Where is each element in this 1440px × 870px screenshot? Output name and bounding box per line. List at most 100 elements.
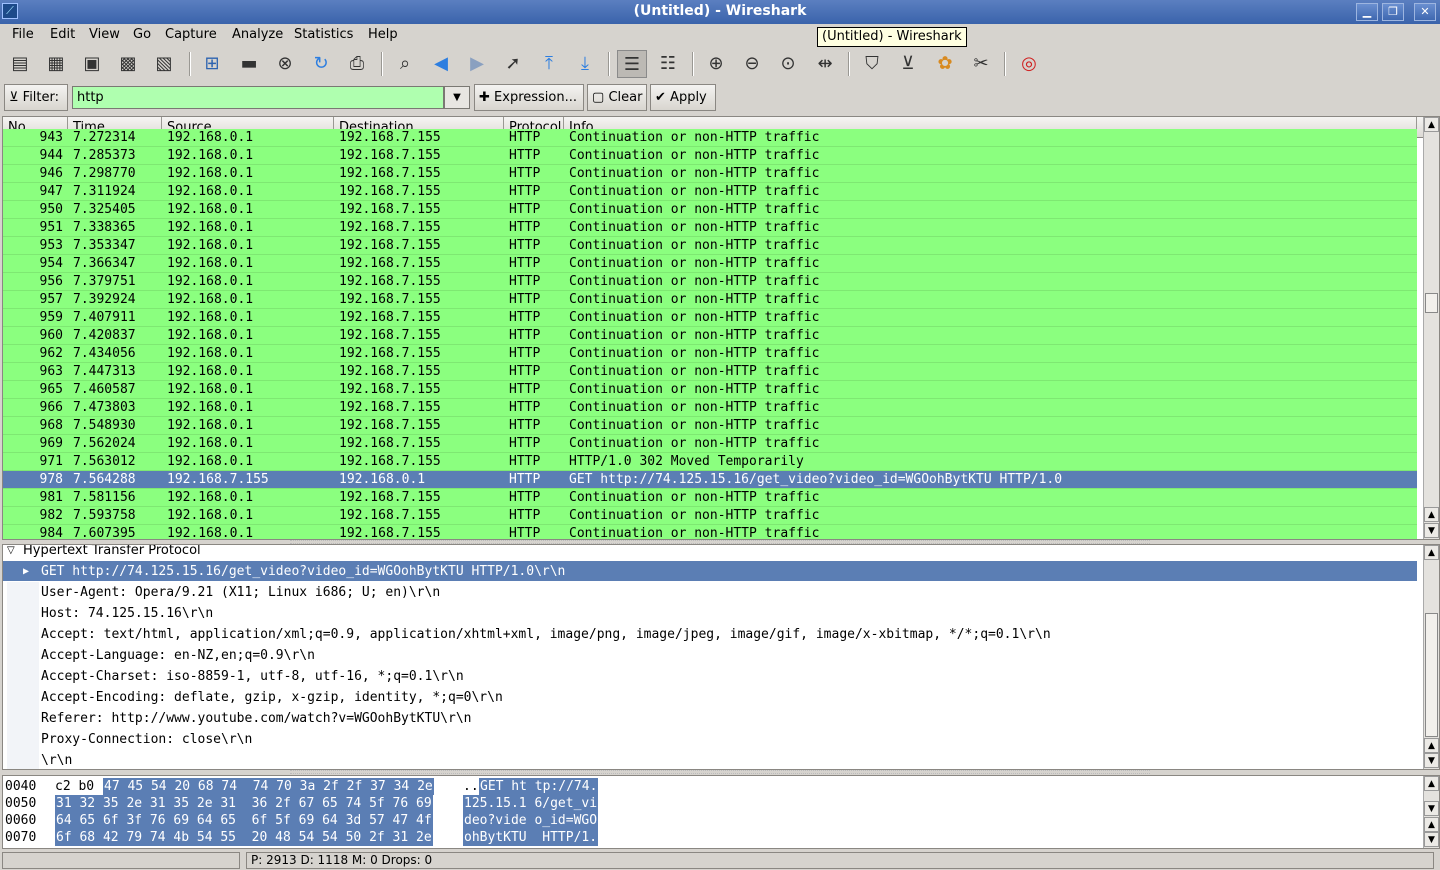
scroll-up-icon[interactable]: ▲ — [1424, 817, 1439, 832]
menu-help[interactable]: Help — [368, 27, 398, 42]
packet-row[interactable]: 947 7.311924 192.168.0.1 192.168.7.155 HTTP C… — [3, 183, 1417, 201]
capture-options-icon[interactable]: ▦ — [41, 50, 71, 78]
tree-item[interactable]: Accept-Language: en-NZ,en;q=0.9\r\n — [3, 645, 1417, 666]
hex-row[interactable]: 0070 6f 68 42 79 74 4b 54 55 20 48 54 54 … — [3, 829, 1417, 846]
collapse-icon[interactable]: ▽ — [7, 545, 15, 561]
tree-item[interactable]: \r\n — [3, 750, 1417, 769]
packet-list-scrollbar[interactable]: ▲ ▲ ▼ — [1423, 117, 1439, 539]
packet-row[interactable]: 982 7.593758 192.168.0.1 192.168.7.155 HTTP C… — [3, 507, 1417, 525]
filter-dropdown-icon[interactable]: ▼ — [444, 86, 470, 109]
autoscroll-icon[interactable]: ☷ — [653, 50, 683, 78]
apply-button[interactable]: ✔ Apply — [650, 84, 716, 111]
close-icon[interactable]: ✕ — [1414, 3, 1436, 21]
packet-row[interactable]: 962 7.434056 192.168.0.1 192.168.7.155 HTTP C… — [3, 345, 1417, 363]
zoom-normal-icon[interactable]: ⊙ — [773, 50, 803, 78]
packet-row[interactable]: 954 7.366347 192.168.0.1 192.168.7.155 HTTP C… — [3, 255, 1417, 273]
packet-row[interactable]: 969 7.562024 192.168.0.1 192.168.7.155 HTTP C… — [3, 435, 1417, 453]
filter-button[interactable]: ⊻ Filter: — [4, 84, 68, 111]
display-filters-icon[interactable]: ⊻ — [893, 50, 923, 78]
menu-view[interactable]: View — [89, 27, 120, 42]
go-to-packet-icon[interactable]: ➚ — [498, 50, 528, 78]
coloring-rules-icon[interactable]: ✿ — [930, 50, 960, 78]
status-left-pane[interactable] — [2, 852, 240, 869]
print-icon[interactable]: ⎙ — [342, 50, 372, 78]
menu-statistics[interactable]: Statistics — [294, 27, 353, 42]
packet-row[interactable]: 966 7.473803 192.168.0.1 192.168.7.155 HTTP C… — [3, 399, 1417, 417]
clear-button[interactable]: ▢ Clear — [587, 84, 647, 111]
packet-row[interactable]: 959 7.407911 192.168.0.1 192.168.7.155 HTTP C… — [3, 309, 1417, 327]
expression-button[interactable]: ✚ Expression... — [474, 84, 584, 111]
pane-splitter[interactable] — [290, 770, 1150, 774]
scroll-down-icon[interactable]: ▼ — [1424, 523, 1439, 538]
tree-item[interactable]: ▶ GET http://74.125.15.16/get_video?video… — [3, 561, 1417, 582]
scroll-up-icon[interactable]: ▲ — [1424, 507, 1439, 522]
scroll-up-icon[interactable]: ▲ — [1424, 776, 1439, 791]
menu-edit[interactable]: Edit — [50, 27, 75, 42]
scroll-up-icon[interactable]: ▲ — [1424, 117, 1439, 132]
interfaces-icon[interactable]: ▤ — [5, 50, 35, 78]
packet-row[interactable]: 971 7.563012 192.168.0.1 192.168.7.155 HTTP H… — [3, 453, 1417, 471]
tree-item[interactable]: User-Agent: Opera/9.21 (X11; Linux i686;… — [3, 582, 1417, 603]
minimize-icon[interactable]: ▁ — [1356, 3, 1378, 21]
packet-row[interactable]: 978 7.564288 192.168.7.155 192.168.0.1 HTTP G… — [3, 471, 1417, 489]
packet-row[interactable]: 968 7.548930 192.168.0.1 192.168.7.155 HTTP C… — [3, 417, 1417, 435]
packet-row[interactable]: 984 7.607395 192.168.0.1 192.168.7.155 HTTP C… — [3, 525, 1417, 539]
menu-analyze[interactable]: Analyze — [232, 27, 283, 42]
packet-row[interactable]: 981 7.581156 192.168.0.1 192.168.7.155 HTTP C… — [3, 489, 1417, 507]
tree-root-http[interactable]: ▽ Hypertext Transfer Protocol — [3, 545, 1417, 561]
go-first-icon[interactable]: ⤒ — [534, 50, 564, 78]
packet-row[interactable]: 943 7.272314 192.168.0.1 192.168.7.155 HTTP C… — [3, 129, 1417, 147]
preferences-icon[interactable]: ✂ — [966, 50, 996, 78]
maximize-icon[interactable]: ❐ — [1382, 3, 1404, 21]
scroll-thumb[interactable] — [1425, 293, 1438, 313]
packet-row[interactable]: 965 7.460587 192.168.0.1 192.168.7.155 HTTP C… — [3, 381, 1417, 399]
menu-go[interactable]: Go — [133, 27, 151, 42]
scroll-thumb[interactable] — [1425, 613, 1438, 737]
resize-columns-icon[interactable]: ⇹ — [810, 50, 840, 78]
packet-row[interactable]: 956 7.379751 192.168.0.1 192.168.7.155 HTTP C… — [3, 273, 1417, 291]
go-back-icon[interactable]: ◀ — [426, 50, 456, 78]
hex-row[interactable]: 0050 31 32 35 2e 31 35 2e 31 36 2f 67 65 … — [3, 795, 1417, 812]
colorize-icon[interactable]: ☰ — [617, 50, 647, 78]
expand-icon[interactable]: ▶ — [23, 561, 29, 582]
filter-input[interactable]: http — [72, 86, 444, 109]
tree-item[interactable]: Accept: text/html, application/xml;q=0.9… — [3, 624, 1417, 645]
packet-row[interactable]: 951 7.338365 192.168.0.1 192.168.7.155 HTTP C… — [3, 219, 1417, 237]
packet-row[interactable]: 963 7.447313 192.168.0.1 192.168.7.155 HTTP C… — [3, 363, 1417, 381]
menu-capture[interactable]: Capture — [165, 27, 217, 42]
scroll-down-icon[interactable]: ▼ — [1424, 801, 1439, 816]
capture-start-icon[interactable]: ▣ — [77, 50, 107, 78]
tree-item[interactable]: Accept-Charset: iso-8859-1, utf-8, utf-1… — [3, 666, 1417, 687]
tree-item[interactable]: Host: 74.125.15.16\r\n — [3, 603, 1417, 624]
bytes-scrollbar[interactable]: ▲ ▼ ▲ ▼ — [1423, 776, 1439, 848]
zoom-in-icon[interactable]: ⊕ — [701, 50, 731, 78]
packet-row[interactable]: 960 7.420837 192.168.0.1 192.168.7.155 HTTP C… — [3, 327, 1417, 345]
tree-item[interactable]: Referer: http://www.youtube.com/watch?v=… — [3, 708, 1417, 729]
packet-row[interactable]: 953 7.353347 192.168.0.1 192.168.7.155 HTTP C… — [3, 237, 1417, 255]
packet-row[interactable]: 946 7.298770 192.168.0.1 192.168.7.155 HTTP C… — [3, 165, 1417, 183]
find-packet-icon[interactable]: ⌕ — [390, 50, 420, 78]
tree-item[interactable]: Accept-Encoding: deflate, gzip, x-gzip, … — [3, 687, 1417, 708]
capture-restart-icon[interactable]: ▧ — [149, 50, 179, 78]
menu-file[interactable]: File — [12, 27, 34, 42]
scroll-up-icon[interactable]: ▲ — [1424, 738, 1439, 753]
zoom-out-icon[interactable]: ⊖ — [737, 50, 767, 78]
scroll-down-icon[interactable]: ▼ — [1424, 832, 1439, 847]
scroll-down-icon[interactable]: ▼ — [1424, 753, 1439, 768]
details-scrollbar[interactable]: ▲ ▲ ▼ — [1423, 545, 1439, 769]
tree-item[interactable]: Proxy-Connection: close\r\n — [3, 729, 1417, 750]
capture-filters-icon[interactable]: ⛉ — [857, 50, 887, 78]
close-file-icon[interactable]: ⊗ — [270, 50, 300, 78]
save-file-icon[interactable]: ▬ — [234, 50, 264, 78]
reload-icon[interactable]: ↻ — [306, 50, 336, 78]
help-icon[interactable]: ◎ — [1014, 50, 1044, 78]
packet-row[interactable]: 957 7.392924 192.168.0.1 192.168.7.155 HTTP C… — [3, 291, 1417, 309]
hex-row[interactable]: 0040 c2 b0 47 45 54 20 68 74 74 70 3a 2f 2… — [3, 778, 1417, 795]
capture-stop-icon[interactable]: ▩ — [113, 50, 143, 78]
packet-row[interactable]: 950 7.325405 192.168.0.1 192.168.7.155 HTTP C… — [3, 201, 1417, 219]
packet-row[interactable]: 944 7.285373 192.168.0.1 192.168.7.155 HTTP C… — [3, 147, 1417, 165]
scroll-up-icon[interactable]: ▲ — [1424, 545, 1439, 560]
hex-row[interactable]: 0060 64 65 6f 3f 76 69 64 65 6f 5f 69 64 … — [3, 812, 1417, 829]
go-last-icon[interactable]: ⤓ — [570, 50, 600, 78]
open-file-icon[interactable]: ⊞ — [197, 50, 227, 78]
